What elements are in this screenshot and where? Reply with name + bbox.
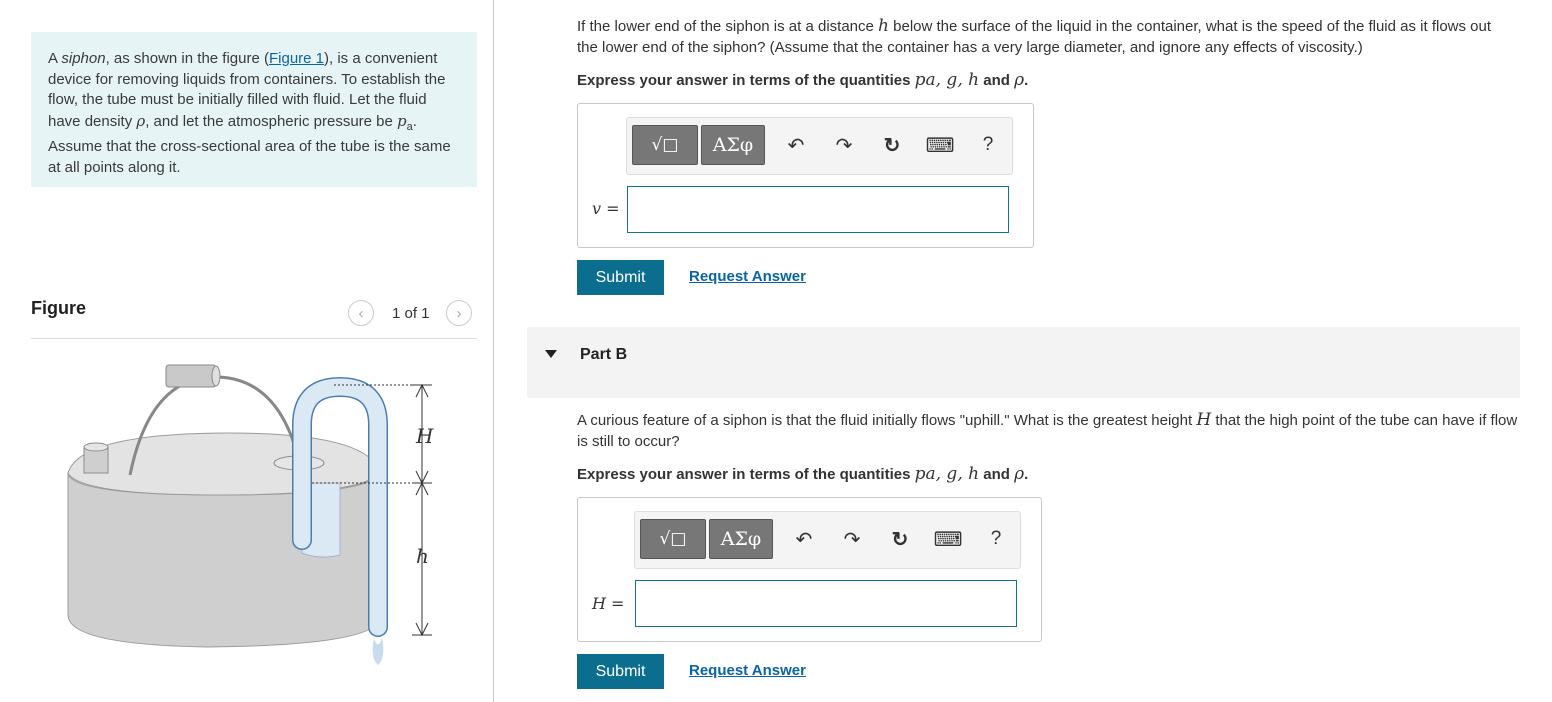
quantities-list: pa, g, h (914, 464, 980, 484)
h-symbol: h (878, 16, 889, 36)
undo-icon[interactable]: ↶ (781, 130, 811, 160)
prev-figure-button[interactable]: ‹ (348, 300, 374, 326)
fluid-drip (372, 638, 384, 665)
math-toolbar: √□ ΑΣφ ↶ ↷ ↻ ⌨ ? (634, 511, 1021, 569)
handle-grip (165, 364, 217, 388)
templates-icon: √□ (651, 135, 679, 155)
templates-button[interactable]: √□ (632, 125, 698, 165)
part-a-submit-button[interactable]: Submit (577, 260, 664, 295)
redo-icon[interactable]: ↷ (829, 130, 859, 160)
greek-icon: ΑΣφ (720, 528, 762, 550)
intro-panel: A siphon, as shown in the figure (Figure… (31, 32, 477, 187)
math-toolbar: √□ ΑΣφ ↶ ↷ ↻ ⌨ ? (626, 117, 1013, 175)
part-a-answer-input[interactable] (627, 186, 1009, 233)
label-h: h (416, 544, 429, 568)
redo-icon[interactable]: ↷ (837, 524, 867, 554)
keyboard-icon[interactable]: ⌨ (933, 524, 963, 554)
express-text: Express your answer in terms of the quan… (577, 466, 915, 483)
part-b-answer-box: √□ ΑΣφ ↶ ↷ ↻ ⌨ ? H = (577, 497, 1042, 642)
figure-divider (31, 338, 477, 339)
quantities-list: pa, g, h (914, 70, 980, 90)
greek-symbols-button[interactable]: ΑΣφ (701, 125, 765, 165)
greek-icon: ΑΣφ (712, 134, 754, 156)
express-period: . (1024, 466, 1029, 483)
intro-text-part: , and let the atmospheric pressure be (145, 112, 398, 130)
collapse-triangle-icon[interactable] (545, 350, 557, 358)
rho-symbol: ρ (1014, 464, 1025, 484)
figure-counter: 1 of 1 (392, 305, 430, 322)
reset-icon[interactable]: ↻ (877, 130, 907, 160)
help-icon[interactable]: ? (981, 524, 1011, 554)
v-label: v = (592, 199, 620, 218)
part-b-question: A curious feature of a siphon is that th… (577, 410, 1522, 452)
chevron-right-icon: › (456, 304, 462, 322)
part-b-submit-button[interactable]: Submit (577, 654, 664, 689)
part-a-question: If the lower end of the siphon is at a d… (577, 16, 1512, 58)
part-b-answer-input[interactable] (635, 580, 1017, 627)
intro-text-part: , as shown in the figure ( (105, 50, 269, 67)
figure-link[interactable]: Figure 1 (269, 50, 324, 67)
siphon-figure: H h (67, 364, 434, 665)
part-a-express: Express your answer in terms of the quan… (577, 70, 1028, 90)
question-text: If the lower end of the siphon is at a d… (577, 18, 879, 35)
handle-grip-end (211, 365, 221, 387)
part-b-label: Part B (580, 346, 628, 363)
part-a-answer-box: √□ ΑΣφ ↶ ↷ ↻ ⌨ ? v = (577, 103, 1034, 248)
help-icon[interactable]: ? (973, 130, 1003, 160)
rho-symbol: ρ (1014, 70, 1025, 90)
express-and: and (979, 72, 1015, 89)
siphon-term: siphon (61, 50, 106, 67)
reset-icon[interactable]: ↻ (885, 524, 915, 554)
part-a-request-answer-link[interactable]: Request Answer (689, 268, 806, 285)
greek-symbols-button[interactable]: ΑΣφ (709, 519, 773, 559)
undo-icon[interactable]: ↶ (789, 524, 819, 554)
part-b-header[interactable] (527, 327, 1520, 398)
part-b-express: Express your answer in terms of the quan… (577, 464, 1028, 484)
label-H: H (415, 424, 434, 448)
templates-button[interactable]: √□ (640, 519, 706, 559)
express-text: Express your answer in terms of the quan… (577, 72, 915, 89)
express-and: and (979, 466, 1015, 483)
figure-title: Figure (31, 298, 87, 318)
H-label: H = (592, 594, 625, 613)
chevron-left-icon: ‹ (358, 304, 364, 322)
next-figure-button[interactable]: › (446, 300, 472, 326)
templates-icon: √□ (659, 529, 687, 549)
H-symbol: H (1196, 410, 1212, 430)
rho-symbol: ρ (136, 111, 146, 130)
question-text: A curious feature of a siphon is that th… (577, 412, 1197, 429)
panel-divider (493, 0, 494, 702)
intro-text-part: A (48, 50, 62, 67)
pa-symbol: p (397, 111, 407, 130)
part-b-request-answer-link[interactable]: Request Answer (689, 662, 806, 679)
spout-top (83, 442, 109, 452)
intro-text: A siphon, as shown in the figure (Figure… (48, 49, 463, 179)
keyboard-icon[interactable]: ⌨ (925, 130, 955, 160)
express-period: . (1024, 72, 1029, 89)
